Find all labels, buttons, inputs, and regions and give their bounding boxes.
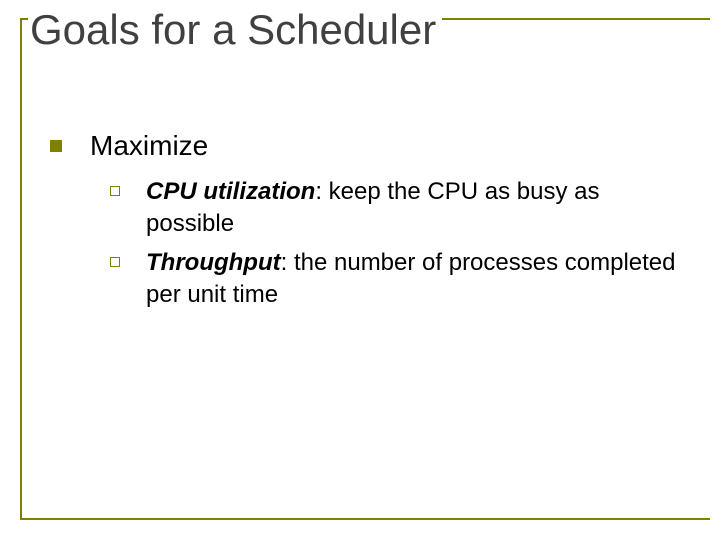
hollow-square-bullet-icon	[110, 186, 120, 196]
square-bullet-icon	[50, 140, 62, 152]
bullet-level1: Maximize	[40, 130, 690, 162]
bullet-level2: CPU utilization: keep the CPU as busy as…	[110, 176, 690, 241]
slide-title: Goals for a Scheduler	[30, 6, 436, 54]
rule-bottom	[20, 518, 710, 520]
term-label: Throughput	[146, 249, 281, 276]
level2-text: CPU utilization: keep the CPU as busy as…	[146, 176, 690, 241]
term-label: CPU utilization	[146, 178, 315, 205]
level2-text: Throughput: the number of processes comp…	[146, 247, 690, 312]
rule-left	[20, 18, 22, 518]
hollow-square-bullet-icon	[110, 257, 120, 267]
title-container: Goals for a Scheduler	[28, 6, 442, 54]
slide: Goals for a Scheduler Maximize CPU utili…	[0, 0, 720, 540]
level1-text: Maximize	[90, 130, 208, 162]
bullet-level2: Throughput: the number of processes comp…	[110, 247, 690, 312]
content-area: Maximize CPU utilization: keep the CPU a…	[40, 130, 690, 318]
